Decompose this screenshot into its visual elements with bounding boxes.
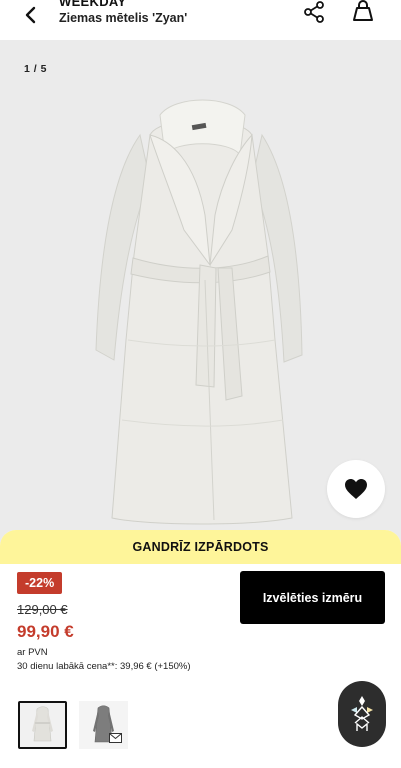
heart-icon bbox=[345, 479, 367, 499]
thumbnail-image bbox=[32, 706, 53, 742]
top-bar: WEEKDAY Ziemas mētelis 'Zyan' bbox=[0, 0, 401, 40]
product-title: Ziemas mētelis 'Zyan' bbox=[59, 11, 188, 25]
shopping-bag-icon bbox=[353, 0, 373, 21]
mail-icon bbox=[109, 733, 122, 743]
purchase-panel: GANDRĪZ IZPĀRDOTS -22% 129,00 € 99,90 € … bbox=[0, 530, 401, 768]
old-price: 129,00 € bbox=[17, 602, 68, 617]
brand-name[interactable]: WEEKDAY bbox=[59, 0, 126, 9]
stock-notice: GANDRĪZ IZPĀRDOTS bbox=[0, 530, 401, 564]
shopping-bag-button[interactable] bbox=[350, 0, 376, 24]
assistant-button[interactable] bbox=[338, 681, 386, 747]
discount-badge: -22% bbox=[17, 572, 63, 594]
thumbnail-grey-coat[interactable] bbox=[79, 701, 128, 749]
current-price: 99,90 € bbox=[17, 622, 74, 641]
best-price-note: 30 dienu labākā cena**: 39,96 € (+150%) bbox=[17, 661, 191, 672]
select-size-button[interactable]: Izvēlēties izmēru bbox=[240, 571, 385, 624]
share-button[interactable] bbox=[302, 0, 326, 24]
thumbnail-white-coat[interactable] bbox=[18, 701, 67, 749]
assistant-logo-icon bbox=[351, 696, 373, 731]
favorite-button[interactable] bbox=[327, 460, 385, 518]
image-counter: 1 / 5 bbox=[24, 63, 47, 75]
share-icon bbox=[304, 1, 324, 23]
back-button[interactable] bbox=[18, 2, 44, 28]
product-image-gallery[interactable]: 1 / 5 bbox=[0, 40, 401, 545]
vat-note: ar PVN bbox=[17, 647, 48, 658]
chevron-left-icon bbox=[25, 6, 36, 24]
